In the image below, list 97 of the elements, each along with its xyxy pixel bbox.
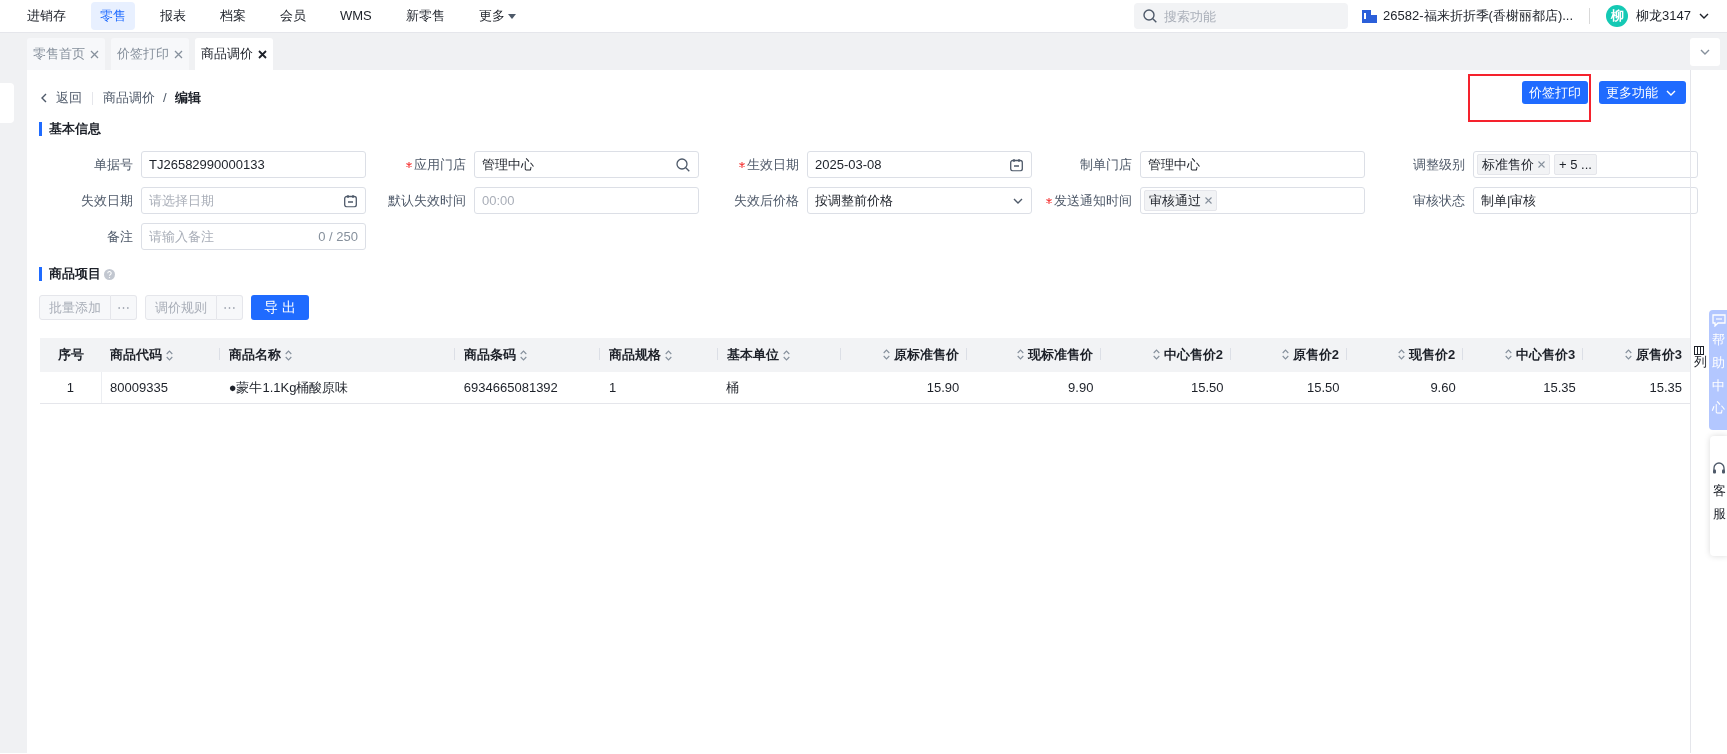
nav-item[interactable]: 零售	[91, 2, 135, 30]
section-title: 基本信息	[39, 122, 1690, 136]
action-button[interactable]: 价签打印	[1522, 81, 1588, 104]
breadcrumb-separator: /	[163, 89, 167, 108]
calendar-icon	[1010, 158, 1023, 172]
sort-icon[interactable]	[1281, 348, 1289, 360]
table-cell: 15.35	[1649, 379, 1682, 395]
nav-item[interactable]: 档案	[211, 2, 255, 30]
field-label: 制单门店	[1079, 156, 1132, 174]
required-icon	[739, 162, 745, 168]
breadcrumb-current: 编辑	[174, 89, 201, 108]
sort-icon[interactable]	[782, 349, 790, 361]
close-icon[interactable]	[258, 49, 267, 59]
remove-icon[interactable]	[1205, 197, 1212, 204]
breadcrumb-link[interactable]: 商品调价	[103, 88, 155, 108]
nav-item[interactable]: WMS	[331, 2, 381, 30]
field-label: 单据号	[93, 156, 133, 174]
sort-icon[interactable]	[1397, 348, 1405, 360]
field-label: 应用门店	[374, 151, 466, 179]
input-field[interactable]: 管理中心	[1140, 151, 1365, 178]
field-label: 生效日期	[707, 151, 799, 179]
tag: 审核通过	[1144, 190, 1217, 211]
sort-icon[interactable]	[882, 348, 890, 360]
input-field[interactable]: 2025-03-08	[807, 151, 1032, 178]
tabs-menu-button[interactable]	[1690, 38, 1720, 66]
field-label: 发送通知时间	[1040, 187, 1132, 215]
nav-item[interactable]: 报表	[151, 2, 195, 30]
input-field[interactable]: 00:00	[474, 187, 699, 214]
input-field[interactable]: 按调整前价格	[807, 187, 1032, 214]
table-cell: 15.50	[1307, 379, 1340, 395]
nav-item[interactable]: 更多	[469, 2, 525, 30]
chevron-down-icon	[1666, 89, 1676, 96]
search-icon	[676, 158, 690, 172]
column-settings-button[interactable]: 列	[1691, 346, 1709, 369]
field-label: 调整级别	[1412, 156, 1465, 174]
sort-icon[interactable]	[1624, 348, 1632, 360]
input-field[interactable]: 制单|审核	[1473, 187, 1698, 214]
field-label: 审核状态	[1412, 192, 1465, 210]
required-icon	[406, 162, 412, 168]
tab[interactable]: 商品调价	[195, 38, 273, 70]
sort-icon[interactable]	[520, 349, 528, 361]
input-field[interactable]: 标准售价 + 5 ...	[1473, 151, 1698, 178]
chevron-down-icon	[1700, 49, 1710, 55]
nav-item[interactable]: 新零售	[396, 2, 454, 30]
chevron-down-icon	[1699, 13, 1709, 19]
input-field[interactable]: 请选择日期	[141, 187, 366, 214]
input-field[interactable]: 管理中心	[474, 151, 699, 178]
search-icon	[1143, 9, 1158, 23]
calendar-icon	[344, 194, 357, 208]
table-cell: 1	[608, 379, 617, 395]
nav-item[interactable]: 进销存	[18, 2, 75, 30]
sort-icon[interactable]	[1016, 348, 1024, 360]
field-label: 备注	[106, 228, 133, 246]
field-label: 失效日期	[80, 192, 133, 210]
input-field[interactable]: TJ26582990000133	[141, 151, 366, 178]
caret-icon	[507, 13, 516, 19]
section-title: 商品项目	[39, 267, 101, 281]
store-icon	[1362, 9, 1378, 23]
store-name[interactable]: 26582-福来折折季(香榭丽都店)...	[1383, 6, 1574, 26]
sort-icon[interactable]	[1505, 348, 1513, 360]
help-icon[interactable]	[104, 268, 115, 280]
table-cell: 15.35	[1543, 379, 1576, 395]
chevron-down-icon	[1013, 198, 1023, 204]
table-cell: 6934665081392	[463, 379, 558, 395]
table-cell: 1	[66, 379, 74, 395]
nav-item[interactable]: 会员	[271, 2, 315, 30]
remove-icon[interactable]	[1538, 161, 1545, 168]
column-header: 序号	[57, 346, 84, 365]
export-button[interactable]: 导 出	[251, 295, 309, 320]
sort-icon[interactable]	[285, 349, 293, 361]
action-button[interactable]: 更多功能	[1599, 81, 1686, 104]
columns-icon	[1694, 346, 1704, 355]
headset-icon	[1712, 462, 1726, 476]
table-cell: ●蒙牛1.1Kg桶酸原味	[228, 379, 349, 395]
search-field[interactable]: 搜索功能	[1134, 3, 1349, 29]
table-cell: 桶	[726, 379, 740, 395]
sort-icon[interactable]	[166, 349, 174, 361]
sort-icon[interactable]	[665, 349, 673, 361]
field-label: 失效后价格	[733, 192, 799, 210]
tag: 标准售价	[1477, 154, 1550, 175]
chat-icon	[1712, 314, 1726, 327]
input-field[interactable]: 审核通过	[1140, 187, 1365, 214]
character-counter: 0 / 250	[318, 228, 358, 247]
table-cell: 9.90	[1068, 379, 1094, 395]
table-cell: 15.90	[926, 379, 960, 395]
table-cell: 9.60	[1430, 379, 1456, 395]
user-name[interactable]: 柳龙3147	[1636, 6, 1691, 26]
chevron-left-icon	[41, 93, 47, 103]
table-cell: 15.50	[1190, 379, 1224, 395]
required-icon	[1046, 198, 1052, 204]
field-label: 默认失效时间	[387, 192, 466, 210]
sort-icon[interactable]	[1152, 348, 1160, 360]
back-link[interactable]: 返回	[41, 88, 82, 108]
customer-service-tab[interactable]: 客服	[1710, 436, 1727, 556]
tag: + 5 ...	[1554, 154, 1597, 175]
table-cell: 80009335	[110, 379, 168, 395]
column-header[interactable]: 商品名称	[229, 345, 293, 365]
